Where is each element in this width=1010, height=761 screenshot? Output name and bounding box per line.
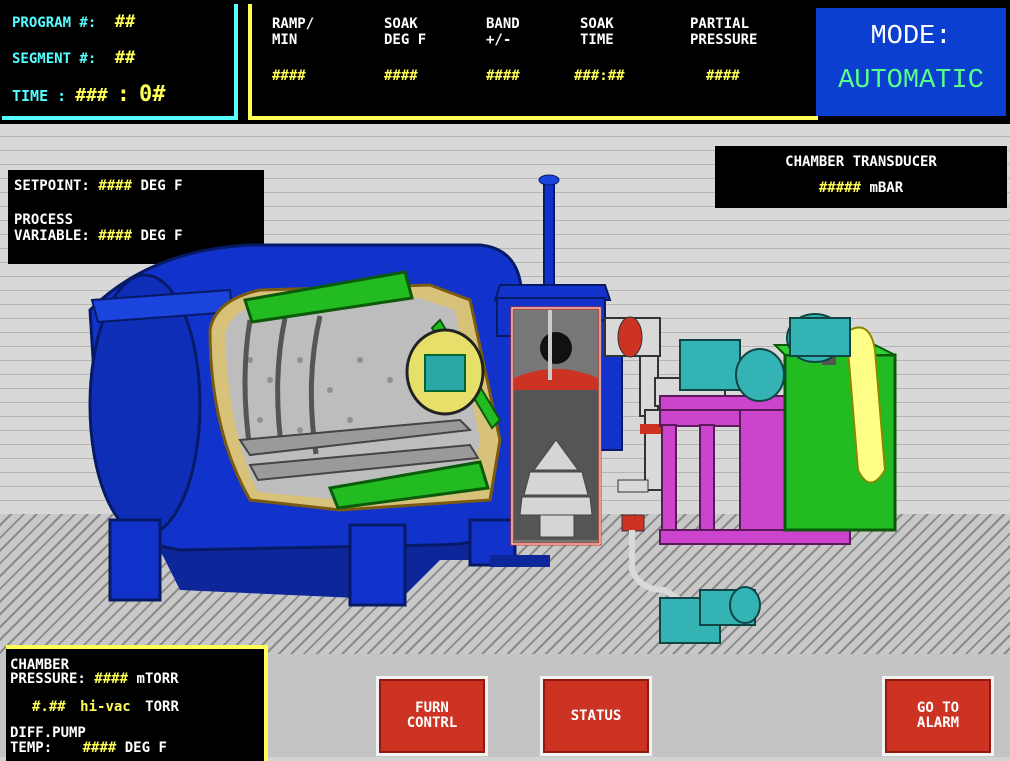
go-to-alarm-label-2: ALARM [916,715,960,731]
chamber-transducer-title: CHAMBER TRANSDUCER [785,154,937,170]
hivac-row: #.## hi-vac TORR [32,699,179,715]
param-partial-pressure-label-2: PRESSURE [690,32,758,48]
param-ramp-label-1: RAMP/ [272,16,315,32]
param-soak-temp-label-1: SOAK [384,16,418,32]
param-band-label-2: +/- [486,32,512,48]
time-minutes: 0# [139,82,166,107]
program-panel: PROGRAM #: ## SEGMENT #: ## TIME : ### :… [2,4,238,120]
param-soak-time: SOAK TIME ###:## [574,16,670,84]
furnace-control-button[interactable]: FURN CONTRL [376,676,488,756]
go-to-alarm-button[interactable]: GO TO ALARM [882,676,994,756]
param-soak-temp-label-2: DEG F [384,32,427,48]
param-partial-pressure-value: #### [706,68,740,84]
chamber-pressure-mtorr-value: #### [94,671,129,687]
segment-row: SEGMENT #: ## [12,48,135,68]
time-hours: ### [75,85,108,106]
program-label: PROGRAM #: [12,15,97,31]
furnace-control-label-2: CONTRL [406,715,458,731]
furnace-control-label-1: FURN [415,700,449,716]
param-ramp: RAMP/ MIN #### [272,16,352,84]
program-value: ## [114,12,136,32]
mode-label: MODE: [870,22,952,52]
time-separator: : [116,82,131,107]
hivac-unit: TORR [145,699,179,715]
go-to-alarm-label-1: GO TO [916,700,960,716]
param-band: BAND +/- #### [486,16,566,84]
program-row: PROGRAM #: ## [12,12,135,32]
param-partial-pressure: PARTIAL PRESSURE #### [690,16,800,84]
status-button[interactable]: STATUS [540,676,652,756]
retort-column [493,174,623,546]
chamber-pressure-panel: CHAMBER PRESSURE: #### mTORR #.## hi-vac… [6,645,268,761]
diff-pump-row: TEMP: #### DEG F [10,740,167,756]
time-label: TIME : [12,87,67,105]
time-row: TIME : ### : 0# [12,82,166,107]
param-soak-temp-value: #### [384,68,418,84]
mode-panel: MODE: AUTOMATIC [816,8,1006,116]
pump-tank [772,326,897,532]
segment-label: SEGMENT #: [12,51,97,67]
hivac-label: hi-vac [80,699,131,715]
param-soak-time-label-1: SOAK [580,16,614,32]
param-soak-time-label-2: TIME [580,32,614,48]
vacuum-furnace-illustration [88,174,897,644]
chamber-pressure-label-2: PRESSURE: [10,671,86,687]
param-ramp-value: #### [272,68,306,84]
param-band-label-1: BAND [486,16,520,32]
param-soak-time-value: ###:## [574,68,625,84]
param-partial-pressure-label-1: PARTIAL [690,16,750,32]
chamber-pressure-mtorr-unit: mTORR [136,671,179,687]
diff-pump-unit: DEG F [124,740,167,756]
diff-pump-value: #### [82,740,117,756]
circulation-fan [405,328,485,416]
chamber-pressure-row: PRESSURE: #### mTORR [10,671,179,687]
diff-pump-label-2: TEMP: [10,740,53,756]
mode-value: AUTOMATIC [838,66,984,96]
hivac-value: #.## [32,699,66,715]
segment-value: ## [114,48,136,68]
param-soak-temp: SOAK DEG F #### [384,16,464,84]
param-ramp-label-2: MIN [272,32,298,48]
diff-pump-label-1: DIFF.PUMP [10,725,86,741]
status-label: STATUS [570,707,622,724]
param-band-value: #### [486,68,520,84]
